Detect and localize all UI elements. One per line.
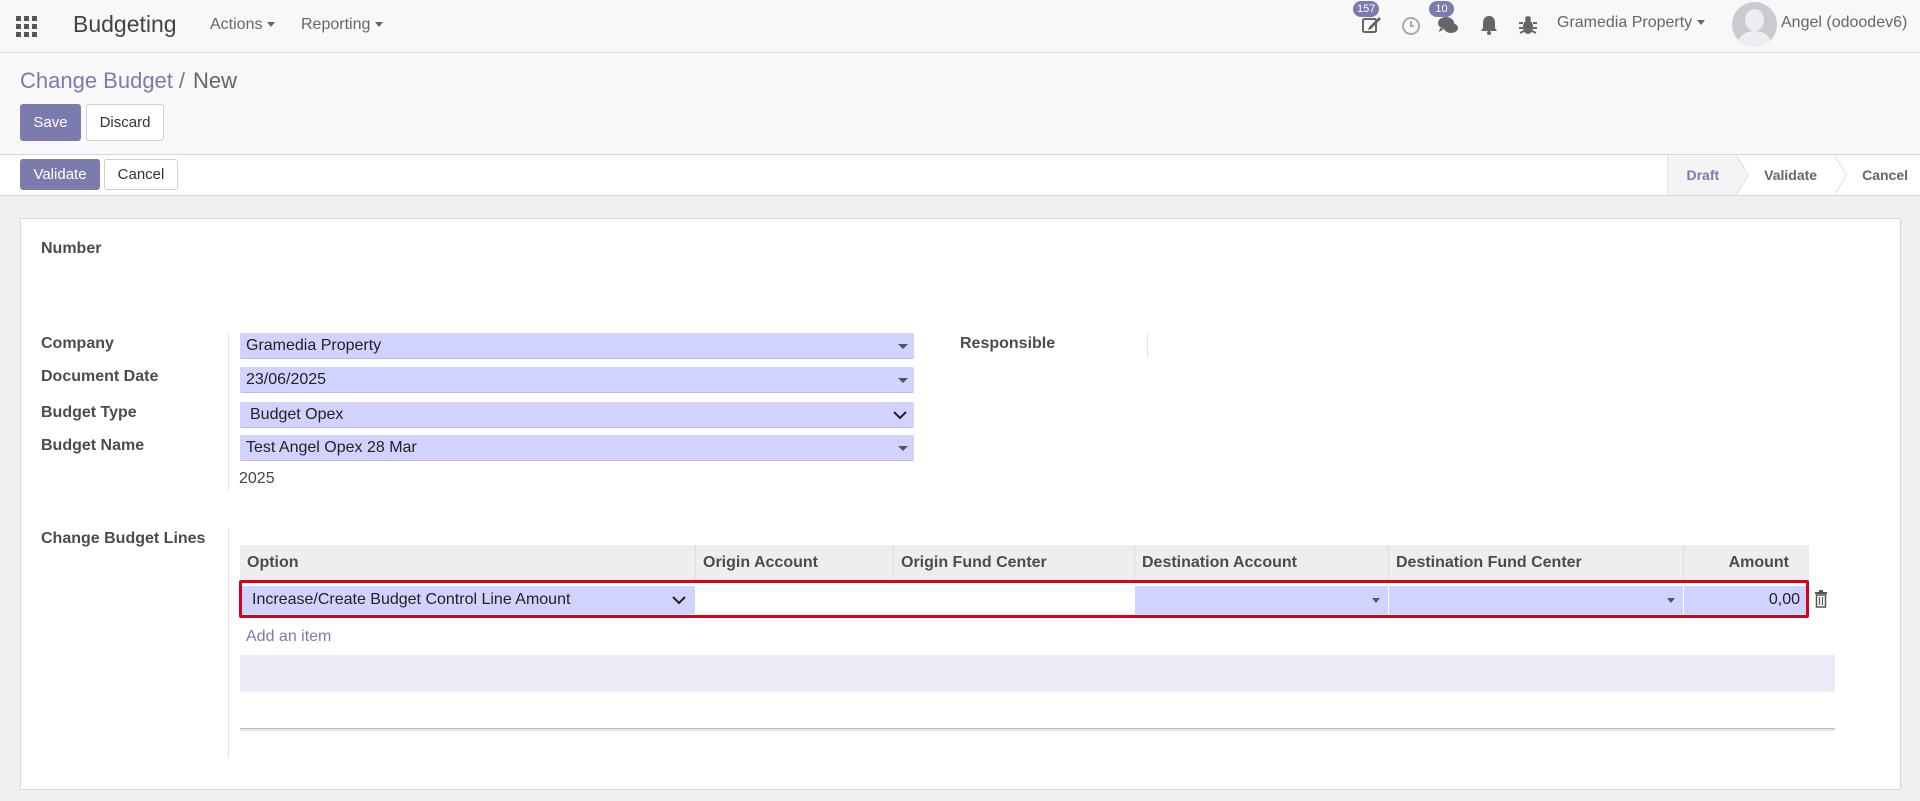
stage-validate[interactable]: Validate (1737, 155, 1848, 195)
debug-bug-icon[interactable] (1516, 13, 1540, 37)
chevron-down-icon (893, 411, 907, 420)
budget-year: 2025 (239, 470, 275, 487)
table-empty-row (240, 655, 1835, 692)
amount-field[interactable]: 0,00 (1684, 586, 1806, 614)
save-button[interactable]: Save (20, 104, 81, 141)
clock-icon[interactable] (1399, 13, 1423, 37)
activity-edit-icon[interactable]: 157 (1353, 1, 1384, 37)
column-header-origin-fund-center[interactable]: Origin Fund Center (893, 545, 1134, 581)
discard-button[interactable]: Discard (86, 104, 164, 141)
chevron-down-icon (672, 596, 686, 605)
messages-badge: 10 (1429, 1, 1454, 17)
document-date-label: Document Date (41, 368, 159, 385)
bell-icon[interactable] (1477, 13, 1501, 37)
budget-name-field[interactable]: Test Angel Opex 28 Mar (240, 435, 914, 461)
form-sheet (20, 218, 1901, 790)
breadcrumb-current: New (193, 68, 238, 93)
label-divider (228, 333, 229, 490)
budget-type-label: Budget Type (41, 404, 137, 421)
origin-fund-center-cell[interactable] (893, 586, 1134, 614)
column-header-origin-account[interactable]: Origin Account (695, 545, 893, 581)
add-item-link[interactable]: Add an item (246, 628, 331, 646)
control-panel: Change Budget / New Save Discard (0, 53, 1920, 155)
company-field[interactable]: Gramedia Property (240, 333, 914, 359)
budget-type-select[interactable]: Budget Opex (240, 402, 914, 428)
destination-fund-center-field[interactable] (1389, 586, 1683, 614)
column-header-amount[interactable]: Amount (1683, 545, 1809, 581)
menu-reporting[interactable]: Reporting (301, 16, 384, 34)
user-avatar[interactable] (1732, 2, 1777, 47)
activity-badge: 157 (1353, 1, 1380, 17)
company-switcher[interactable]: Gramedia Property (1557, 14, 1706, 32)
breadcrumb-parent[interactable]: Change Budget (20, 68, 173, 93)
top-navbar: Budgeting Actions Reporting 157 10 Grame… (0, 0, 1920, 53)
stage-cancel[interactable]: Cancel (1835, 155, 1920, 195)
number-label: Number (41, 240, 102, 257)
responsible-label: Responsible (960, 335, 1056, 352)
stage-draft[interactable]: Draft (1667, 155, 1750, 195)
option-select[interactable]: Increase/Create Budget Control Line Amou… (242, 586, 695, 614)
cancel-button[interactable]: Cancel (104, 159, 178, 190)
menu-actions[interactable]: Actions (210, 16, 276, 34)
lines-divider (228, 528, 229, 758)
trash-icon[interactable] (1814, 590, 1828, 608)
document-date-field[interactable]: 23/06/2025 (240, 367, 914, 393)
lines-table-header: Option Origin Account Origin Fund Center… (240, 545, 1809, 581)
origin-account-cell[interactable] (695, 586, 893, 614)
messages-icon[interactable]: 10 (1429, 1, 1460, 37)
breadcrumb: Change Budget / New (20, 68, 237, 94)
column-header-destination-account[interactable]: Destination Account (1134, 545, 1388, 581)
change-budget-lines-label: Change Budget Lines (41, 530, 206, 547)
validate-button[interactable]: Validate (20, 159, 100, 190)
column-header-option[interactable]: Option (240, 545, 695, 581)
destination-account-field[interactable] (1135, 586, 1388, 614)
table-row: Increase/Create Budget Control Line Amou… (240, 582, 1809, 618)
table-footer (240, 728, 1835, 731)
app-name: Budgeting (73, 11, 177, 37)
breadcrumb-separator: / (178, 68, 186, 93)
apps-menu-icon[interactable] (16, 16, 37, 37)
status-stages: Draft Validate Cancel (1667, 155, 1920, 195)
company-label: Company (41, 335, 114, 352)
column-header-destination-fund-center[interactable]: Destination Fund Center (1388, 545, 1683, 581)
budget-name-label: Budget Name (41, 437, 145, 454)
responsible-divider (1147, 333, 1148, 357)
status-bar: Validate Cancel Draft Validate Cancel (0, 155, 1920, 196)
user-menu[interactable]: Angel (odoodev6) (1781, 14, 1907, 32)
